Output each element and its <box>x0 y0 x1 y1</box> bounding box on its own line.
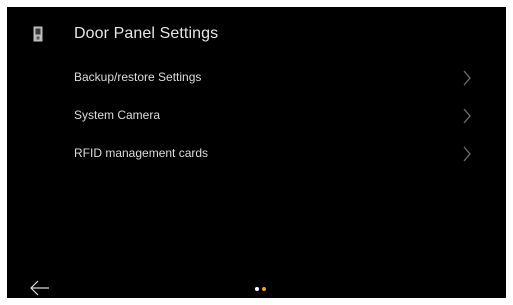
page-indicator <box>255 287 269 293</box>
chevron-right-icon <box>463 146 471 162</box>
menu-item-label: Backup/restore Settings <box>74 70 202 84</box>
page-dot <box>255 287 259 291</box>
page-dot-active <box>262 287 266 291</box>
chevron-right-icon <box>463 108 471 124</box>
menu-item-label: RFID management cards <box>74 146 209 160</box>
menu-item-rfid-management-cards[interactable]: RFID management cards <box>7 135 506 173</box>
door-panel-icon <box>33 26 43 42</box>
header: Door Panel Settings <box>7 7 506 59</box>
settings-screen: Door Panel Settings Backup/restore Setti… <box>7 7 506 298</box>
menu-item-label: System Camera <box>74 108 161 122</box>
menu-item-backup-restore-settings[interactable]: Backup/restore Settings <box>7 59 506 97</box>
menu-item-system-camera[interactable]: System Camera <box>7 97 506 135</box>
chevron-right-icon <box>463 70 471 86</box>
back-arrow-icon[interactable] <box>29 279 51 297</box>
page-title: Door Panel Settings <box>74 25 219 42</box>
